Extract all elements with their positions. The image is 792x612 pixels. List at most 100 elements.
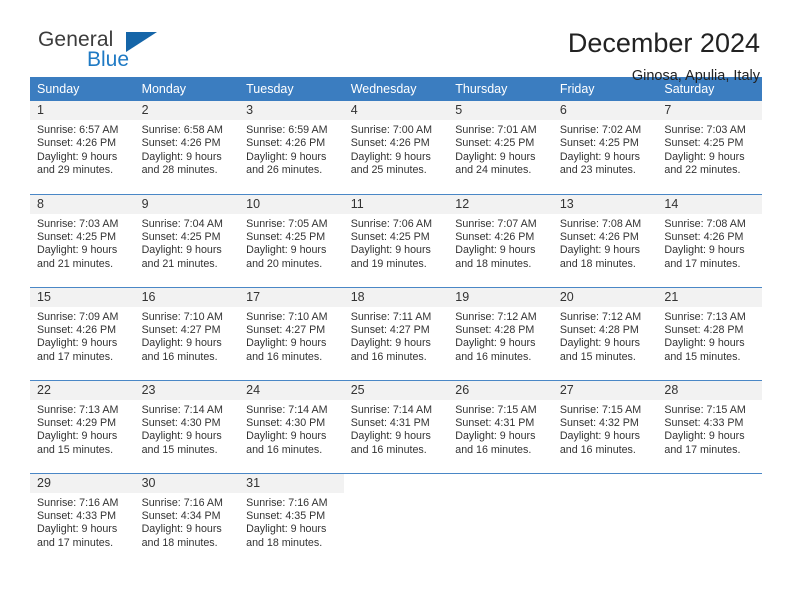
day-number: 26 bbox=[448, 380, 553, 400]
daylight-duration-line1: Daylight: 9 hours bbox=[141, 244, 222, 257]
calendar-day-cell[interactable]: 15 Sunrise: 7:09 AM Sunset: 4:26 PM Dayligh… bbox=[30, 286, 135, 380]
sunset-time: Sunset: 4:26 PM bbox=[246, 137, 326, 150]
calendar-day-cell[interactable]: 6 Sunrise: 7:02 AM Sunset: 4:25 PM Daylight… bbox=[552, 101, 658, 194]
calendar-day-cell[interactable]: 27 Sunrise: 7:15 AM Sunset: 4:32 PM Dayligh… bbox=[552, 379, 658, 473]
day-number bbox=[344, 474, 449, 493]
sunrise-time: Sunrise: 6:58 AM bbox=[141, 124, 223, 136]
day-number: 14 bbox=[657, 194, 762, 214]
sunset-time: Sunset: 4:26 PM bbox=[559, 230, 639, 243]
sunrise-time: Sunrise: 7:01 AM bbox=[455, 124, 537, 136]
calendar-day-cell[interactable]: 29 Sunrise: 7:16 AM Sunset: 4:33 PM Dayligh… bbox=[30, 472, 135, 566]
day-number bbox=[553, 474, 658, 493]
calendar-week-row: 1 Sunrise: 6:57 AM Sunset: 4:26 PM Daylight… bbox=[30, 101, 762, 194]
calendar-day-cell[interactable]: 9 Sunrise: 7:04 AM Sunset: 4:25 PM Daylight… bbox=[134, 193, 240, 287]
sunset-time: Sunset: 4:33 PM bbox=[664, 416, 744, 429]
calendar-day-cell[interactable]: 3 Sunrise: 6:59 AM Sunset: 4:26 PM Daylight… bbox=[239, 101, 344, 194]
sunset-time: Sunset: 4:25 PM bbox=[246, 230, 326, 243]
day-number: 27 bbox=[552, 380, 658, 400]
daylight-duration-line2: and 25 minutes. bbox=[350, 164, 427, 177]
daylight-duration-line1: Daylight: 9 hours bbox=[664, 430, 745, 443]
sunrise-time: Sunrise: 7:15 AM bbox=[455, 403, 537, 416]
calendar-day-cell[interactable]: 23 Sunrise: 7:14 AM Sunset: 4:30 PM Dayligh… bbox=[134, 379, 240, 473]
day-details: Sunrise: 7:14 AM Sunset: 4:30 PM Daylight:… bbox=[135, 400, 240, 458]
calendar-day-cell[interactable]: 30 Sunrise: 7:16 AM Sunset: 4:34 PM Dayligh… bbox=[134, 472, 240, 566]
calendar-day-cell[interactable]: 31 Sunrise: 7:16 AM Sunset: 4:35 PM Dayligh… bbox=[239, 472, 344, 566]
daylight-duration-line1: Daylight: 9 hours bbox=[37, 337, 118, 350]
day-details: Sunrise: 7:16 AM Sunset: 4:34 PM Daylight:… bbox=[135, 493, 240, 551]
daylight-duration-line2: and 17 minutes. bbox=[664, 443, 741, 456]
calendar-day-cell[interactable]: 10 Sunrise: 7:05 AM Sunset: 4:25 PM Dayligh… bbox=[239, 193, 344, 287]
day-number: 11 bbox=[343, 194, 449, 214]
daylight-duration-line1: Daylight: 9 hours bbox=[141, 150, 222, 163]
day-number: 15 bbox=[30, 287, 135, 307]
sunset-time: Sunset: 4:27 PM bbox=[350, 323, 430, 336]
day-number: 29 bbox=[30, 473, 135, 493]
sunrise-time: Sunrise: 7:14 AM bbox=[350, 403, 433, 416]
weekday-header-thursday: Thursday bbox=[448, 77, 553, 101]
calendar-day-cell[interactable]: 28 Sunrise: 7:15 AM Sunset: 4:33 PM Dayligh… bbox=[657, 379, 762, 473]
daylight-duration-line2: and 16 minutes. bbox=[559, 443, 636, 456]
calendar-day-cell[interactable]: 4 Sunrise: 7:00 AM Sunset: 4:26 PM Daylight… bbox=[343, 101, 449, 194]
calendar-day-cell[interactable]: 13 Sunrise: 7:08 AM Sunset: 4:26 PM Dayligh… bbox=[552, 193, 658, 287]
daylight-duration-line1: Daylight: 9 hours bbox=[559, 337, 641, 350]
day-details: Sunrise: 7:05 AM Sunset: 4:25 PM Daylight:… bbox=[239, 214, 344, 272]
calendar-day-cell[interactable]: 21 Sunrise: 7:13 AM Sunset: 4:28 PM Dayligh… bbox=[657, 286, 762, 380]
sunrise-time: Sunrise: 7:05 AM bbox=[246, 217, 328, 230]
day-details: Sunrise: 7:10 AM Sunset: 4:27 PM Daylight:… bbox=[239, 307, 344, 365]
day-details: Sunrise: 7:15 AM Sunset: 4:32 PM Daylight:… bbox=[553, 400, 658, 458]
sunrise-time: Sunrise: 7:10 AM bbox=[246, 310, 328, 323]
day-number bbox=[657, 474, 762, 493]
daylight-duration-line2: and 16 minutes. bbox=[350, 350, 427, 363]
calendar-day-cell[interactable]: 26 Sunrise: 7:15 AM Sunset: 4:31 PM Dayligh… bbox=[448, 379, 553, 473]
sunrise-time: Sunrise: 7:09 AM bbox=[37, 310, 119, 323]
calendar-page: General Blue December 2024 Ginosa, Apuli… bbox=[0, 0, 792, 612]
calendar-day-cell[interactable]: 2 Sunrise: 6:58 AM Sunset: 4:26 PM Daylight… bbox=[134, 101, 240, 194]
calendar-day-cell[interactable]: 11 Sunrise: 7:06 AM Sunset: 4:25 PM Dayligh… bbox=[343, 193, 449, 287]
sunset-time: Sunset: 4:27 PM bbox=[141, 323, 221, 336]
sunset-time: Sunset: 4:26 PM bbox=[455, 230, 535, 243]
day-details: Sunrise: 7:15 AM Sunset: 4:31 PM Daylight:… bbox=[448, 400, 553, 458]
general-blue-logo[interactable]: General Blue bbox=[30, 28, 200, 80]
calendar-day-cell[interactable]: 8 Sunrise: 7:03 AM Sunset: 4:25 PM Daylight… bbox=[30, 193, 135, 287]
sunrise-time: Sunrise: 7:02 AM bbox=[559, 124, 642, 136]
daylight-duration-line2: and 16 minutes. bbox=[141, 350, 218, 363]
sunrise-time: Sunrise: 7:13 AM bbox=[37, 403, 119, 416]
calendar-day-cell[interactable]: 17 Sunrise: 7:10 AM Sunset: 4:27 PM Dayligh… bbox=[239, 286, 344, 380]
daylight-duration-line1: Daylight: 9 hours bbox=[455, 337, 536, 350]
calendar-day-cell[interactable]: 14 Sunrise: 7:08 AM Sunset: 4:26 PM Dayligh… bbox=[657, 193, 762, 287]
daylight-duration-line2: and 17 minutes. bbox=[664, 257, 741, 270]
day-details: Sunrise: 7:02 AM Sunset: 4:25 PM Daylight:… bbox=[553, 120, 658, 178]
calendar-day-cell[interactable]: 16 Sunrise: 7:10 AM Sunset: 4:27 PM Dayligh… bbox=[134, 286, 240, 380]
day-details: Sunrise: 7:01 AM Sunset: 4:25 PM Daylight:… bbox=[448, 120, 553, 178]
sunrise-time: Sunrise: 7:13 AM bbox=[664, 310, 746, 323]
calendar-day-cell[interactable]: 19 Sunrise: 7:12 AM Sunset: 4:28 PM Dayligh… bbox=[448, 286, 553, 380]
sunset-time: Sunset: 4:25 PM bbox=[559, 137, 639, 150]
daylight-duration-line2: and 18 minutes. bbox=[141, 536, 218, 549]
sunrise-time: Sunrise: 7:16 AM bbox=[37, 496, 119, 509]
calendar-day-cell[interactable]: 5 Sunrise: 7:01 AM Sunset: 4:25 PM Daylight… bbox=[448, 101, 553, 194]
calendar-day-cell[interactable]: 7 Sunrise: 7:03 AM Sunset: 4:25 PM Daylight… bbox=[657, 101, 762, 194]
sunrise-time: Sunrise: 7:16 AM bbox=[141, 496, 223, 509]
calendar-day-cell[interactable]: 18 Sunrise: 7:11 AM Sunset: 4:27 PM Dayligh… bbox=[343, 286, 449, 380]
day-number: 2 bbox=[134, 101, 240, 120]
daylight-duration-line2: and 17 minutes. bbox=[37, 350, 114, 363]
calendar-day-cell[interactable]: 25 Sunrise: 7:14 AM Sunset: 4:31 PM Dayligh… bbox=[343, 379, 449, 473]
calendar-week-row: 22 Sunrise: 7:13 AM Sunset: 4:29 PM Dayligh… bbox=[30, 379, 762, 473]
calendar-day-cell[interactable]: 22 Sunrise: 7:13 AM Sunset: 4:29 PM Dayligh… bbox=[30, 379, 135, 473]
day-details: Sunrise: 7:15 AM Sunset: 4:33 PM Daylight:… bbox=[657, 400, 762, 458]
day-number: 9 bbox=[134, 194, 240, 214]
calendar-day-cell[interactable]: 24 Sunrise: 7:14 AM Sunset: 4:30 PM Dayligh… bbox=[239, 379, 344, 473]
sunrise-time: Sunrise: 7:14 AM bbox=[141, 403, 223, 416]
sunrise-time: Sunrise: 7:14 AM bbox=[246, 403, 328, 416]
daylight-duration-line2: and 28 minutes. bbox=[141, 164, 218, 177]
calendar-day-cell[interactable]: 20 Sunrise: 7:12 AM Sunset: 4:28 PM Dayligh… bbox=[552, 286, 658, 380]
calendar-day-cell[interactable]: 12 Sunrise: 7:07 AM Sunset: 4:26 PM Dayligh… bbox=[448, 193, 553, 287]
daylight-duration-line1: Daylight: 9 hours bbox=[37, 523, 118, 536]
daylight-duration-line1: Daylight: 9 hours bbox=[664, 337, 745, 350]
calendar-day-cell[interactable]: 1 Sunrise: 6:57 AM Sunset: 4:26 PM Daylight… bbox=[30, 101, 135, 194]
calendar-week-row: 15 Sunrise: 7:09 AM Sunset: 4:26 PM Dayligh… bbox=[30, 286, 762, 380]
daylight-duration-line2: and 22 minutes. bbox=[664, 164, 741, 177]
daylight-duration-line2: and 16 minutes. bbox=[246, 443, 323, 456]
daylight-duration-line2: and 15 minutes. bbox=[37, 443, 114, 456]
sunrise-time: Sunrise: 7:15 AM bbox=[559, 403, 642, 416]
